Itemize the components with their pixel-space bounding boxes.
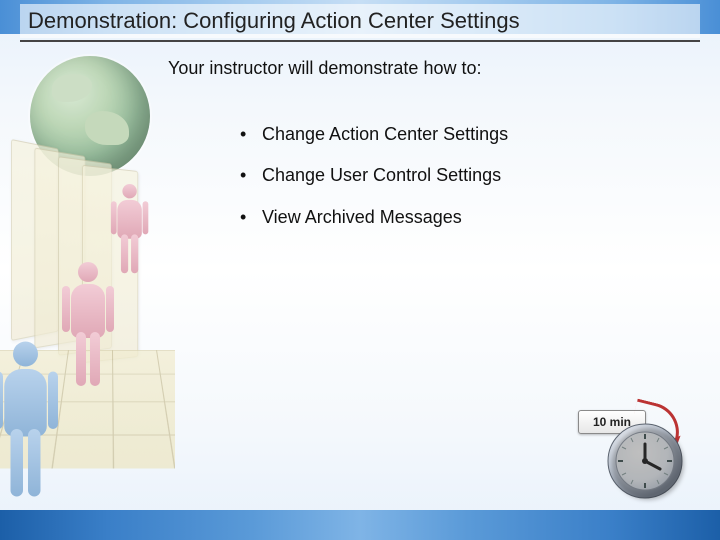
slide-title: Demonstration: Configuring Action Center…	[28, 8, 520, 34]
title-underline	[20, 40, 700, 42]
person-icon	[58, 262, 118, 392]
clock-icon	[606, 422, 684, 500]
slide: Demonstration: Configuring Action Center…	[0, 0, 720, 540]
bullet-item: Change User Control Settings	[240, 155, 508, 196]
intro-text: Your instructor will demonstrate how to:	[168, 58, 481, 79]
decorative-art	[0, 44, 175, 510]
bullet-list: Change Action Center Settings Change Use…	[200, 114, 508, 238]
title-bar: Demonstration: Configuring Action Center…	[20, 4, 700, 38]
bullet-item: Change Action Center Settings	[240, 114, 508, 155]
timer-badge: 10 min	[578, 410, 684, 500]
bottom-stripe	[0, 510, 720, 540]
person-icon	[0, 342, 63, 505]
bullet-item: View Archived Messages	[240, 197, 508, 238]
